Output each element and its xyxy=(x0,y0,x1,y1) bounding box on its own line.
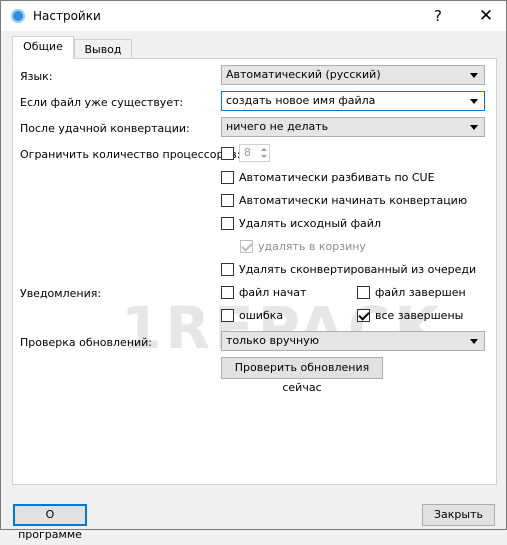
spin-up-icon[interactable] xyxy=(261,148,267,151)
close-button[interactable]: Закрыть xyxy=(422,504,495,526)
delete-source-label: Удалять исходный файл xyxy=(239,217,381,230)
help-button[interactable]: ? xyxy=(427,5,449,27)
updates-dropdown[interactable]: только вручную xyxy=(221,331,485,351)
app-icon xyxy=(11,9,25,23)
file-exists-dropdown[interactable]: создать новое имя файла xyxy=(221,91,485,111)
language-dropdown-value: Автоматический (русский) xyxy=(226,68,381,81)
after-conversion-label: После удачной конвертации: xyxy=(20,122,190,135)
chevron-down-icon xyxy=(470,73,478,78)
title-bar: Настройки ? ✕ xyxy=(1,1,506,31)
recycle-bin-checkbox[interactable] xyxy=(240,240,253,253)
close-window-button[interactable]: ✕ xyxy=(475,5,497,27)
processors-count: 8 xyxy=(244,146,251,159)
limit-processors-checkbox[interactable] xyxy=(221,147,234,160)
notify-all-finished-checkbox[interactable] xyxy=(357,309,370,322)
auto-start-checkbox[interactable] xyxy=(221,194,234,207)
remove-from-queue-checkbox[interactable] xyxy=(221,263,234,276)
notifications-label: Уведомления: xyxy=(20,287,102,300)
notify-file-finished-checkbox[interactable] xyxy=(357,286,370,299)
notify-error-label: ошибка xyxy=(239,309,284,322)
after-conversion-dropdown-value: ничего не делать xyxy=(226,120,329,133)
about-button[interactable]: О программе xyxy=(13,504,87,541)
notify-file-finished-label: файл завершен xyxy=(375,286,466,299)
window-title: Настройки xyxy=(33,9,101,23)
updates-label: Проверка обновлений: xyxy=(20,336,153,349)
updates-dropdown-value: только вручную xyxy=(226,334,319,347)
chevron-down-icon xyxy=(470,125,478,130)
split-by-cue-checkbox[interactable] xyxy=(221,171,234,184)
notify-file-started-label: файл начат xyxy=(239,286,307,299)
after-conversion-dropdown[interactable]: ничего не делать xyxy=(221,117,485,137)
general-settings-panel: 1REPACK Язык: Автоматический (русский) Е… xyxy=(12,58,497,485)
auto-start-label: Автоматически начинать конвертацию xyxy=(239,194,468,207)
chevron-down-icon xyxy=(470,99,478,104)
remove-from-queue-label: Удалять сконвертированный из очереди xyxy=(239,263,477,276)
processors-spinbox[interactable]: 8 xyxy=(239,144,270,162)
recycle-bin-label: удалять в корзину xyxy=(258,240,366,253)
notify-all-finished-label: все завершены xyxy=(375,309,464,322)
limit-processors-label: Ограничить количество процессоров: xyxy=(20,148,241,161)
tab-output[interactable]: Вывод xyxy=(74,39,132,59)
split-by-cue-label: Автоматически разбивать по CUE xyxy=(239,171,435,184)
tab-general[interactable]: Общие xyxy=(12,36,74,59)
file-exists-label: Если файл уже существует: xyxy=(20,96,184,109)
file-exists-dropdown-value: создать новое имя файла xyxy=(226,94,376,107)
settings-window: Настройки ? ✕ Общие Вывод 1REPACK Язык: … xyxy=(0,0,507,541)
spin-down-icon[interactable] xyxy=(261,155,267,158)
watermark-text: 1REPACK xyxy=(121,294,444,362)
notify-error-checkbox[interactable] xyxy=(221,309,234,322)
language-label: Язык: xyxy=(20,70,53,83)
delete-source-checkbox[interactable] xyxy=(221,217,234,230)
notify-file-started-checkbox[interactable] xyxy=(221,286,234,299)
language-dropdown[interactable]: Автоматический (русский) xyxy=(221,65,485,85)
check-updates-button[interactable]: Проверить обновления сейчас xyxy=(221,357,383,394)
chevron-down-icon xyxy=(470,339,478,344)
